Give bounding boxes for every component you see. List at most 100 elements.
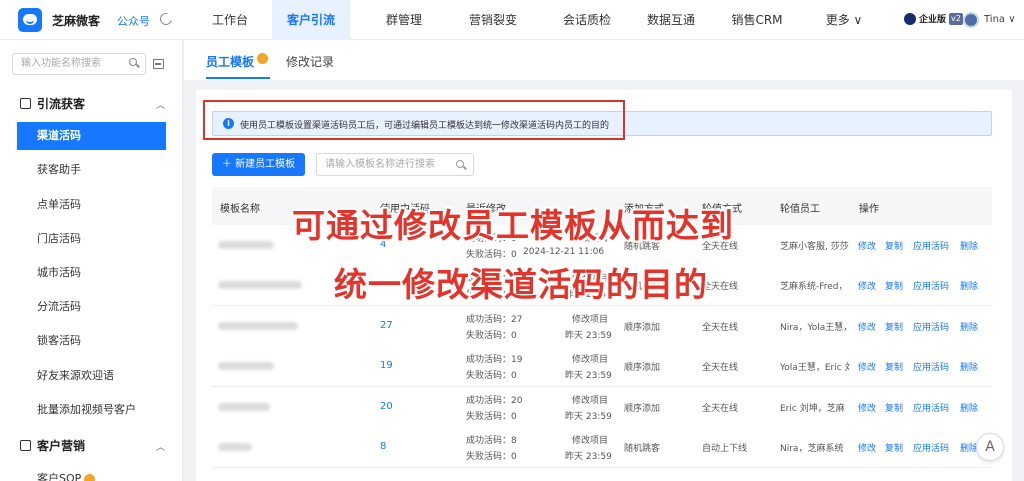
annotation-title-line1: 可通过修改员工模板从而达到 — [292, 206, 734, 245]
active-tab-indicator — [206, 77, 270, 79]
function-search-input[interactable]: 输入功能名称搜索 — [12, 53, 146, 75]
app-name: 芝麻微客 — [52, 14, 101, 28]
nav-group-management[interactable]: 群管理 — [376, 0, 432, 40]
apply-code-button[interactable]: 应用活码 — [913, 279, 949, 292]
sidebar-group-marketing[interactable]: 客户营销 — [20, 437, 85, 454]
edition-label: 企业版 — [919, 15, 947, 25]
sidebar-item-channel-qrcode[interactable]: 渠道活码 — [17, 122, 166, 150]
sidebar-item-store-qrcode[interactable]: 门店活码 — [17, 225, 166, 253]
column-header-rotation-staff: 轮值员工 — [780, 204, 820, 215]
modified-item: 修改项目 — [572, 315, 609, 325]
column-header-name: 模板名称 — [220, 204, 260, 215]
apply-code-button[interactable]: 应用活码 — [913, 239, 949, 252]
search-icon[interactable] — [456, 160, 464, 168]
fail-code-count: 失败活码：0 — [466, 371, 517, 381]
rotation-method: 全天在线 — [702, 404, 739, 414]
layout-toggle-icon[interactable] — [153, 59, 164, 69]
edit-button[interactable]: 修改 — [858, 360, 876, 373]
rotation-staff: Yola王慧，Eric 刘 — [780, 363, 850, 373]
edit-button[interactable]: 修改 — [858, 239, 876, 252]
copy-button[interactable]: 复制 — [885, 279, 903, 292]
rotation-method: 全天在线 — [702, 323, 739, 333]
chevron-up-icon[interactable]: ︿ — [156, 98, 165, 111]
sidebar-item-order-qrcode[interactable]: 点单活码 — [17, 191, 166, 219]
edit-button[interactable]: 修改 — [858, 320, 876, 333]
delete-button[interactable]: 删除 — [960, 401, 978, 414]
template-name-redacted — [218, 403, 270, 411]
sidebar-group-label: 客户营销 — [37, 439, 86, 453]
sidebar-item-city-qrcode[interactable]: 城市活码 — [17, 259, 166, 287]
modified-item: 修改项目 — [572, 355, 609, 365]
add-method: 顺序添加 — [624, 323, 661, 333]
nav-more[interactable]: 更多 ∨ — [818, 0, 870, 40]
nav-session-inspection[interactable]: 会话质检 — [554, 0, 620, 40]
delete-button[interactable]: 删除 — [960, 279, 978, 292]
rotation-staff: Eric 刘坤，芝麻 — [780, 404, 845, 414]
edit-button[interactable]: 修改 — [858, 401, 876, 414]
copy-button[interactable]: 复制 — [885, 441, 903, 454]
tab-employee-template[interactable]: 员工模板 — [206, 53, 254, 70]
tab-modification-record[interactable]: 修改记录 — [286, 53, 334, 70]
rotation-method: 自动上下线 — [702, 444, 748, 454]
active-code-count[interactable]: 27 — [380, 320, 393, 331]
delete-button[interactable]: 删除 — [960, 360, 978, 373]
apply-code-button[interactable]: 应用活码 — [913, 360, 949, 373]
sidebar-item-batch-add-video[interactable]: 批量添加视频号客户 — [17, 396, 166, 424]
sidebar-item-customer-sop[interactable]: 客户SOP — [17, 465, 166, 481]
modified-item: 修改项目 — [572, 396, 609, 406]
edit-button[interactable]: 修改 — [858, 279, 876, 292]
nav-marketing-fission[interactable]: 营销裂变 — [460, 0, 526, 40]
copy-button[interactable]: 复制 — [885, 360, 903, 373]
active-code-count[interactable]: 19 — [380, 360, 393, 371]
nav-workbench[interactable]: 工作台 — [198, 0, 262, 40]
fail-code-count: 失败活码：0 — [466, 452, 517, 462]
copy-button[interactable]: 复制 — [885, 239, 903, 252]
sidebar-item-acquisition-assistant[interactable]: 获客助手 — [17, 156, 166, 184]
active-code-count[interactable]: 8 — [380, 441, 386, 452]
edition-indicator: 企业版 v2 — [904, 12, 963, 25]
sidebar-group-acquisition[interactable]: 引流获客 — [20, 95, 85, 112]
nav-data-interchange[interactable]: 数据互通 — [638, 0, 704, 40]
official-account-link[interactable]: 公众号 — [117, 13, 150, 29]
delete-button[interactable]: 删除 — [960, 320, 978, 333]
template-name-redacted — [218, 322, 298, 330]
assistant-float-button[interactable]: A — [976, 433, 1004, 461]
user-avatar[interactable] — [963, 12, 979, 28]
chevron-up-icon[interactable]: ︿ — [156, 440, 165, 453]
template-search-input[interactable]: 请输入模板名称进行搜索 — [316, 153, 474, 176]
sidebar: 输入功能名称搜索 引流获客 ︿ 渠道活码 获客助手 点单活码 门店活码 城市活码… — [0, 40, 183, 481]
fail-code-count: 失败活码：0 — [466, 412, 517, 422]
template-name-redacted — [218, 241, 274, 249]
rotation-method: 全天在线 — [702, 363, 739, 373]
sidebar-item-welcome-message[interactable]: 好友来源欢迎语 — [17, 362, 166, 390]
delete-button[interactable]: 删除 — [960, 239, 978, 252]
sidebar-item-lock-qrcode[interactable]: 锁客活码 — [17, 327, 166, 355]
nav-customer-acquisition[interactable]: 客户引流 — [272, 0, 350, 40]
edit-button[interactable]: 修改 — [858, 441, 876, 454]
user-menu[interactable]: Tina ∨ — [984, 14, 1016, 25]
rotation-staff: Nira，Yola王慧， — [780, 323, 850, 333]
rotation-staff: Nira，芝麻系统 — [780, 444, 844, 454]
apply-code-button[interactable]: 应用活码 — [913, 401, 949, 414]
nav-sales-crm[interactable]: 销售CRM — [724, 0, 790, 40]
app-logo-icon[interactable] — [18, 8, 42, 32]
modified-time: 2024-12-21 11:06 — [523, 247, 605, 257]
annotation-title-line2: 统一修改渠道活码的目的 — [334, 265, 708, 304]
rotation-staff: 芝麻系统-Fred， — [780, 282, 848, 292]
copy-button[interactable]: 复制 — [885, 401, 903, 414]
document-icon — [20, 440, 31, 451]
success-code-count: 成功活码：27 — [466, 315, 523, 325]
active-code-count[interactable]: 20 — [380, 401, 393, 412]
new-template-button[interactable]: ＋ 新建员工模板 — [212, 153, 305, 176]
apply-code-button[interactable]: 应用活码 — [913, 320, 949, 333]
copy-button[interactable]: 复制 — [885, 320, 903, 333]
apply-code-button[interactable]: 应用活码 — [913, 441, 949, 454]
theme-toggle-icon[interactable] — [157, 10, 175, 28]
template-name-redacted — [218, 281, 302, 289]
sidebar-item-label: 客户SOP — [37, 472, 82, 481]
search-icon[interactable] — [129, 58, 137, 66]
modified-time: 昨天 23:59 — [565, 331, 612, 341]
add-method: 顺序添加 — [624, 363, 661, 373]
sidebar-item-split-qrcode[interactable]: 分流活码 — [17, 293, 166, 321]
fail-code-count: 失败活码：0 — [466, 331, 517, 341]
